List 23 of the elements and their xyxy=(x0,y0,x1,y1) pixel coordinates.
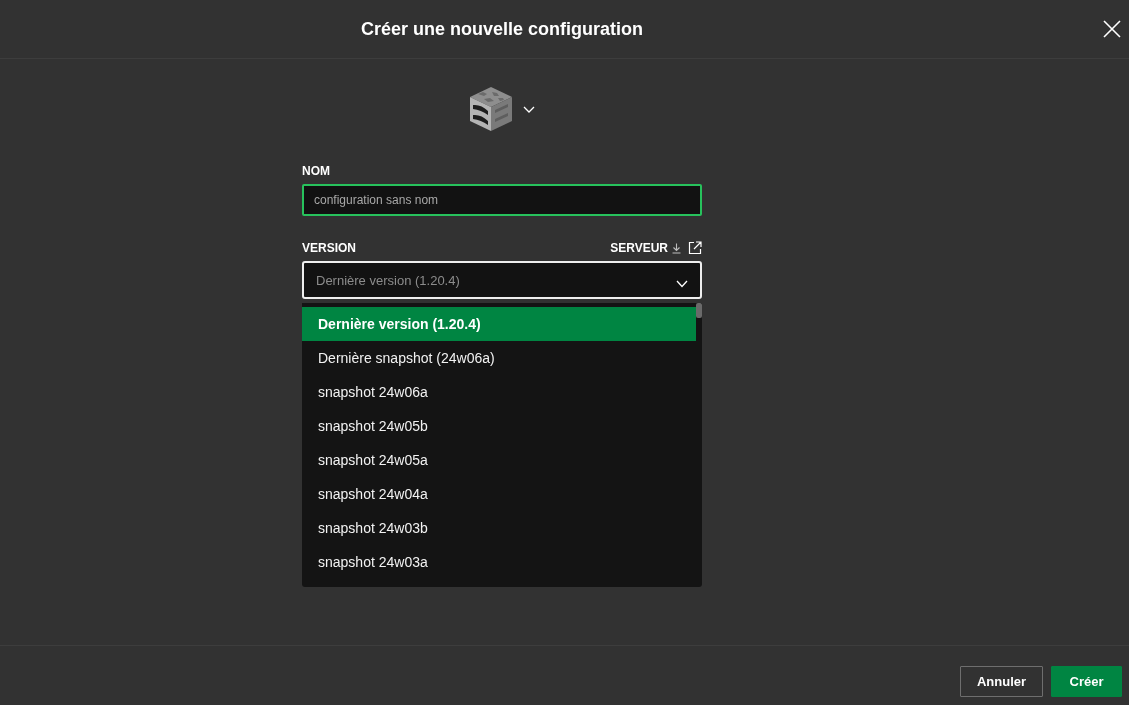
version-option[interactable]: snapshot 24w05a xyxy=(302,443,696,477)
version-option[interactable]: snapshot 24w05b xyxy=(302,409,696,443)
version-label: VERSION xyxy=(302,240,356,256)
version-option[interactable]: snapshot 24w04a xyxy=(302,477,696,511)
download-icon xyxy=(672,242,681,254)
external-link-button[interactable] xyxy=(688,241,702,255)
scrollbar-thumb[interactable] xyxy=(696,303,702,318)
cancel-button[interactable]: Annuler xyxy=(960,666,1043,697)
create-button[interactable]: Créer xyxy=(1051,666,1122,697)
external-link-icon xyxy=(688,241,702,255)
chevron-down-icon xyxy=(676,280,688,288)
version-option[interactable]: snapshot 24w03b xyxy=(302,511,696,545)
version-option[interactable]: snapshot 24w06a xyxy=(302,375,696,409)
furnace-icon[interactable] xyxy=(468,86,514,132)
name-label: NOM xyxy=(302,163,330,179)
version-option[interactable]: snapshot 24w03a xyxy=(302,545,696,579)
close-icon xyxy=(1103,20,1121,38)
version-option[interactable]: Dernière snapshot (24w06a) xyxy=(302,341,696,375)
name-input-field[interactable]: configuration sans nom xyxy=(302,184,702,216)
dialog-title: Créer une nouvelle configuration xyxy=(359,18,644,40)
server-download-link[interactable]: SERVEUR xyxy=(610,240,681,256)
version-select[interactable]: Dernière version (1.20.4) xyxy=(302,261,702,299)
version-option[interactable]: Dernière version (1.20.4) xyxy=(302,307,696,341)
